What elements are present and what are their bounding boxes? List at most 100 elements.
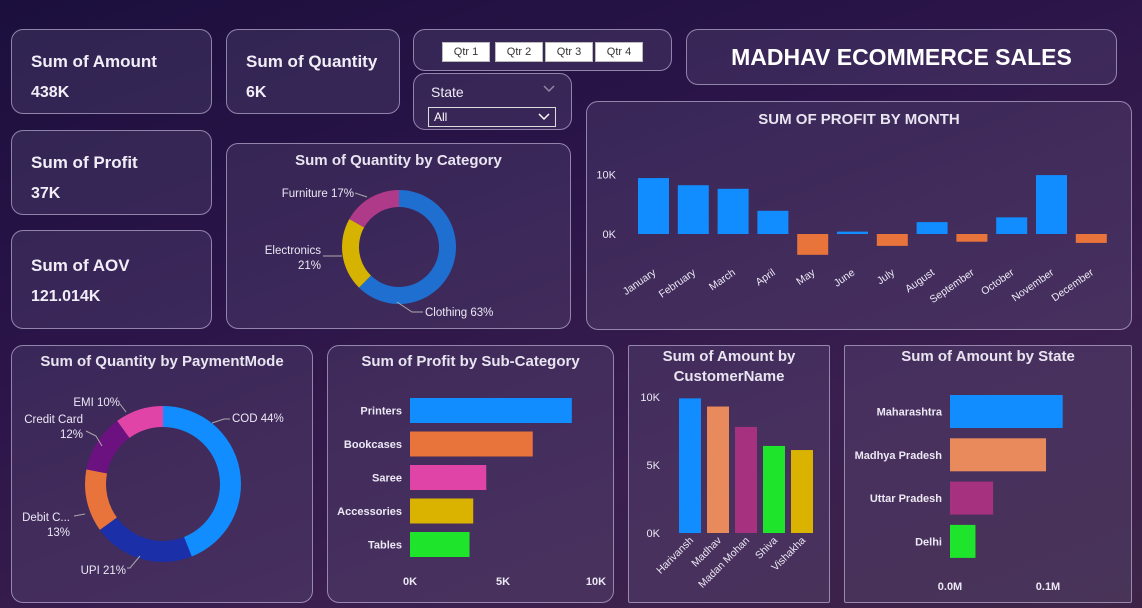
bar	[791, 450, 813, 533]
bar	[950, 481, 994, 515]
quarter-button[interactable]: Qtr 4	[595, 42, 643, 62]
bar	[677, 185, 709, 234]
bar	[950, 524, 976, 558]
quarter-button[interactable]: Qtr 3	[545, 42, 593, 62]
bar	[950, 395, 1063, 428]
y-tick-label: Madhya Pradesh	[855, 450, 943, 462]
x-tick-label: 0.1M	[1036, 581, 1060, 593]
donut-slice	[349, 190, 399, 228]
amount-by-state-chart: Maharashtra Madhya Pradesh Uttar Pradesh De…	[855, 395, 1063, 593]
bar	[996, 217, 1028, 234]
slice-label: 12%	[60, 429, 83, 441]
bar	[679, 398, 701, 533]
bar	[410, 465, 487, 490]
bar	[916, 222, 948, 234]
donut-slice	[342, 219, 371, 288]
leader-line	[73, 513, 86, 517]
kpi-value: 438K	[31, 84, 70, 101]
x-tick-label: April	[754, 267, 778, 289]
kpi-card-quantity: Sum of Quantity 6K	[226, 29, 400, 114]
kpi-label: Sum of Amount	[31, 52, 157, 71]
state-slicer: State All	[413, 73, 572, 130]
bar	[757, 210, 789, 234]
x-tick-label: November	[1010, 266, 1057, 304]
kpi-label: Sum of Profit	[31, 153, 138, 172]
slice-label: COD 44%	[232, 413, 284, 425]
slice-label: Debit C...	[22, 512, 70, 524]
chevron-down-icon	[543, 85, 555, 93]
bar	[797, 234, 829, 255]
slice-label: 13%	[47, 527, 70, 539]
leader-line	[211, 418, 230, 424]
x-tick-label: 10K	[586, 576, 606, 588]
kpi-card-amount: Sum of Amount 438K	[11, 29, 212, 114]
donut-slice	[84, 469, 117, 530]
slice-label: UPI 21%	[81, 565, 126, 577]
dashboard-header: MADHAV ECOMMERCE SALES	[686, 29, 1117, 85]
slice-label: Furniture 17%	[282, 188, 354, 200]
bar	[717, 188, 749, 234]
y-tick-label: 5K	[647, 460, 661, 472]
amount-by-customer-chart: 10K5K0KHarivanshMadhavMadan Mohan ShivaVi…	[640, 392, 813, 591]
x-tick-label: 0K	[403, 576, 417, 588]
slice-label: Electronics	[265, 245, 321, 257]
bar	[876, 234, 908, 246]
state-dropdown[interactable]: All	[428, 107, 556, 127]
bar	[707, 406, 729, 533]
donut-slice	[163, 406, 242, 557]
bar	[950, 438, 1047, 472]
y-tick-label: Accessories	[337, 506, 402, 518]
x-tick-label: 0.0M	[938, 581, 962, 593]
bar	[638, 178, 669, 234]
chart-profit-by-subcategory: Sum of Profit by Sub-Category Printers Bo…	[327, 345, 614, 603]
slice-label: EMI 10%	[73, 397, 120, 409]
state-slicer-label: State	[431, 84, 464, 100]
page-title: MADHAV ECOMMERCE SALES	[731, 44, 1072, 70]
y-tick-label: Tables	[368, 540, 402, 552]
slice-label: Clothing 63%	[425, 307, 493, 319]
y-tick-label: 10K	[596, 170, 616, 182]
leader-line	[354, 192, 368, 198]
y-tick-label: 0K	[647, 528, 661, 540]
profit-by-month-chart: 10K 0K JanuaryFebruary March April May June Jul…	[596, 170, 1107, 306]
bar	[763, 445, 785, 533]
chart-quantity-by-paymentmode: Sum of Quantity by PaymentMode COD 44% UP…	[11, 345, 313, 603]
kpi-card-profit: Sum of Profit 37K	[11, 130, 212, 215]
bar	[410, 498, 474, 524]
kpi-label: Sum of AOV	[31, 256, 130, 275]
bar	[735, 426, 757, 533]
y-tick-label: 10K	[640, 392, 660, 404]
bar	[410, 398, 572, 423]
y-tick-label: 0K	[603, 229, 617, 241]
bar	[1075, 234, 1107, 243]
bar	[1036, 175, 1067, 234]
kpi-value: 37K	[31, 185, 61, 202]
y-tick-label: Saree	[372, 473, 402, 485]
kpi-value: 6K	[246, 84, 267, 101]
leader-line	[119, 403, 127, 413]
quarter-slicer: Qtr 1 Qtr 2 Qtr 3 Qtr 4	[413, 29, 672, 71]
bar	[956, 234, 988, 242]
slice-label: Credit Card	[24, 414, 83, 426]
x-tick-label: July	[875, 266, 898, 287]
bar	[837, 231, 868, 234]
quarter-button[interactable]: Qtr 1	[442, 42, 490, 62]
x-tick-label: December	[1049, 266, 1096, 304]
kpi-label: Sum of Quantity	[246, 52, 378, 71]
y-tick-label: Bookcases	[344, 439, 402, 451]
leader-line	[127, 555, 141, 569]
chart-profit-by-month: SUM OF PROFIT BY MONTH 10K 0K January Febru…	[586, 101, 1132, 330]
x-tick-label: September	[928, 266, 977, 306]
chart-amount-by-customer: Sum of Amount by CustomerName 10K 5K 0K Har…	[628, 345, 830, 603]
y-tick-label: Uttar Pradesh	[870, 493, 942, 505]
chart-amount-by-state: Sum of Amount by State Maharashtra Madhya…	[844, 345, 1132, 603]
x-tick-label: August	[903, 267, 937, 296]
donut-slice	[99, 517, 192, 562]
quarter-button[interactable]: Qtr 2	[495, 42, 543, 62]
x-tick-label: June	[832, 267, 858, 290]
state-selected-value: All	[434, 110, 448, 124]
x-tick-label: Harivansh	[654, 535, 696, 577]
x-tick-label: May	[794, 266, 818, 288]
y-tick-label: Delhi	[915, 536, 942, 548]
y-tick-label: Maharashtra	[877, 407, 943, 419]
